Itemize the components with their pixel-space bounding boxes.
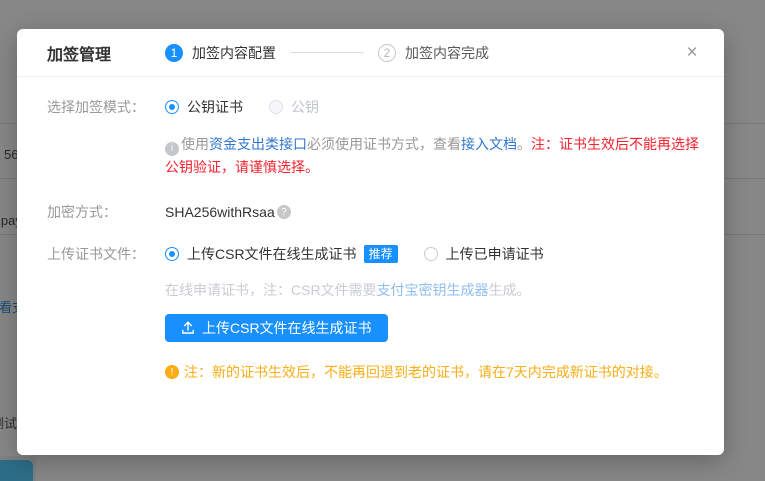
encrypt-method-value-wrap: SHA256withRsaa ? — [165, 204, 291, 220]
step-indicator: 1 加签内容配置 2 加签内容完成 — [165, 43, 489, 63]
step-connector-line — [290, 52, 364, 53]
hint-text: 生成。 — [489, 282, 531, 298]
info-icon: i — [165, 142, 179, 156]
encrypt-method-row: 加密方式： SHA256withRsaa ? — [47, 202, 694, 222]
note-text: 。 — [517, 136, 531, 152]
radio-public-key-cert[interactable]: 公钥证书 — [165, 97, 243, 117]
modal-title: 加签管理 — [47, 41, 111, 65]
step-1-number: 1 — [165, 44, 183, 62]
upload-cert-row: 上传证书文件： 上传CSR文件在线生成证书 推荐 上传已申请证书 — [47, 244, 694, 264]
radio-upload-existing[interactable]: 上传已申请证书 — [424, 244, 544, 264]
hint-text: 在线申请证书，注：CSR文件需要 — [165, 282, 377, 298]
warning-icon: ! — [165, 365, 179, 379]
upload-csr-button-label: 上传CSR文件在线生成证书 — [202, 318, 372, 338]
recommended-badge: 推荐 — [364, 245, 398, 263]
step-2: 2 加签内容完成 — [378, 43, 489, 63]
radio-public-key-label: 公钥 — [291, 97, 319, 117]
sign-management-modal: 加签管理 1 加签内容配置 2 加签内容完成 × 选择加签模式： — [17, 29, 724, 455]
radio-upload-csr-label: 上传CSR文件在线生成证书 — [187, 244, 357, 264]
encrypt-method-value: SHA256withRsaa — [165, 204, 275, 220]
sign-mode-row: 选择加签模式： 公钥证书 公钥 — [47, 97, 694, 117]
radio-upload-existing-label: 上传已申请证书 — [446, 244, 544, 264]
step-2-label: 加签内容完成 — [405, 43, 489, 63]
cert-switch-warning-text: 注：新的证书生效后，不能再回退到老的证书，请在7天内完成新证书的对接。 — [184, 362, 668, 382]
modal-header: 加签管理 1 加签内容配置 2 加签内容完成 × — [17, 29, 724, 77]
upload-cert-label: 上传证书文件： — [47, 244, 165, 264]
radio-public-key-cert-label: 公钥证书 — [187, 97, 243, 117]
mode-note: i使用资金支出类接口必须使用证书方式，查看接入文档。注：证书生效后不能再选择公钥… — [165, 133, 707, 178]
modal-body: 选择加签模式： 公钥证书 公钥 i使用资金支出类接口必须使用证书方式，查看接入文… — [17, 77, 724, 382]
radio-selected-icon[interactable] — [165, 247, 179, 261]
radio-disabled-icon[interactable] — [269, 100, 283, 114]
radio-public-key[interactable]: 公钥 — [269, 97, 319, 117]
page: 563 ipay 查看支 测试应 加签管理 1 加签内容配置 2 加签内容完成 … — [0, 0, 765, 481]
cert-switch-warning: ! 注：新的证书生效后，不能再回退到老的证书，请在7天内完成新证书的对接。 — [165, 362, 694, 382]
key-generator-link[interactable]: 支付宝密钥生成器 — [377, 282, 489, 298]
help-icon[interactable]: ? — [277, 205, 291, 219]
upload-icon — [181, 321, 195, 335]
note-text: 使用 — [181, 136, 209, 152]
close-icon[interactable]: × — [680, 41, 704, 65]
step-1-label: 加签内容配置 — [192, 43, 276, 63]
csr-hint: 在线申请证书，注：CSR文件需要支付宝密钥生成器生成。 — [165, 280, 694, 300]
step-2-number: 2 — [378, 44, 396, 62]
sign-mode-label: 选择加签模式： — [47, 97, 165, 117]
note-text: 必须使用证书方式，查看 — [307, 136, 461, 152]
radio-upload-csr[interactable]: 上传CSR文件在线生成证书 推荐 — [165, 244, 398, 264]
access-doc-link[interactable]: 接入文档 — [461, 136, 517, 152]
radio-selected-icon[interactable] — [165, 100, 179, 114]
encrypt-method-label: 加密方式： — [47, 202, 165, 222]
funds-api-link[interactable]: 资金支出类接口 — [209, 136, 307, 152]
step-1: 1 加签内容配置 — [165, 43, 276, 63]
radio-unselected-icon[interactable] — [424, 247, 438, 261]
upload-csr-button[interactable]: 上传CSR文件在线生成证书 — [165, 314, 388, 342]
